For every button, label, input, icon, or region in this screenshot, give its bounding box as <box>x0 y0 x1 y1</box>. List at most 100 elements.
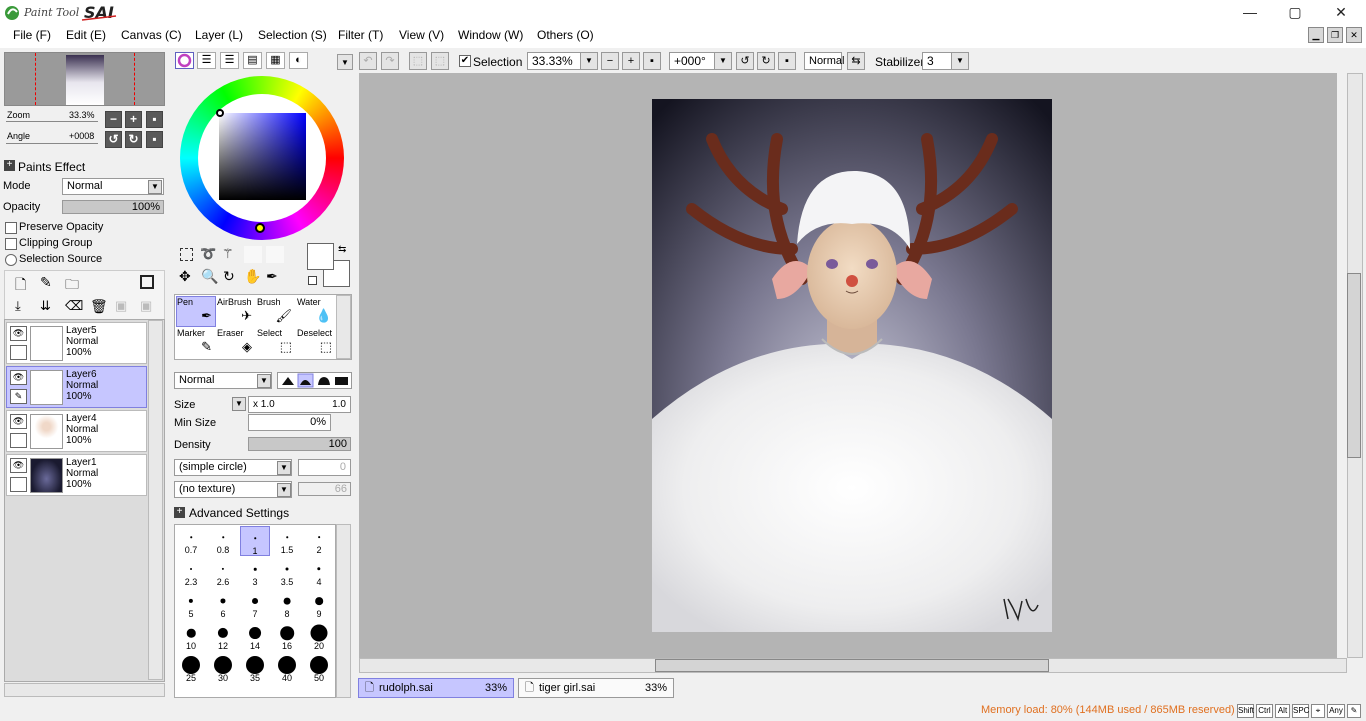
menu-canvas[interactable]: Canvas (C) <box>121 28 182 42</box>
brush-size-cell[interactable]: 2.6 <box>208 558 238 588</box>
tool-pen[interactable]: Pen ✒ <box>176 296 216 327</box>
brush-size-cell[interactable]: 12 <box>208 622 238 652</box>
clipping-group-checkbox[interactable] <box>5 238 17 250</box>
rotate-left-button[interactable]: ↺ <box>105 131 122 148</box>
scratchpad-tab[interactable]: ▦ <box>266 52 285 69</box>
brush-size-cell[interactable]: 5 <box>176 590 206 620</box>
mdi-close-button[interactable]: ✕ <box>1346 27 1362 43</box>
zoom-reset-button[interactable]: ▪ <box>643 52 661 70</box>
swap-colors-icon[interactable]: ⇆ <box>338 244 346 255</box>
clear-layer-icon[interactable]: ⌫ <box>65 298 83 314</box>
brush-size-cell[interactable]: 9 <box>304 590 334 620</box>
brush-size-cell[interactable]: 0.8 <box>208 526 238 556</box>
min-size-field[interactable]: 0% <box>248 414 331 431</box>
transparent-color-icon[interactable] <box>308 276 317 285</box>
shape-strength-field[interactable]: 0 <box>298 459 351 476</box>
layer-mask-icon[interactable] <box>140 275 154 289</box>
stabilizer-dropdown-button[interactable]: ▼ <box>951 52 969 70</box>
new-linework-layer-icon[interactable]: ✎ <box>40 274 52 291</box>
zoom-out-button[interactable]: − <box>601 52 619 70</box>
artwork-canvas[interactable] <box>652 99 1052 632</box>
vertical-scroll-thumb[interactable] <box>1347 273 1361 458</box>
rotate-icon[interactable]: ↻ <box>223 268 235 285</box>
deselect-button[interactable]: ⬚ <box>409 52 427 70</box>
rotate-reset-button[interactable]: ▪ <box>146 131 163 148</box>
preserve-opacity-checkbox[interactable] <box>5 222 17 234</box>
layer-list-hscrollbar[interactable] <box>4 683 165 697</box>
eyedropper-icon[interactable]: ✒ <box>266 268 278 285</box>
zoom-in-button[interactable]: + <box>622 52 640 70</box>
menu-file[interactable]: File (F) <box>13 28 51 42</box>
brush-size-cell[interactable]: 20 <box>304 622 334 652</box>
rect-select-icon[interactable] <box>180 248 193 261</box>
magic-wand-icon[interactable]: ⚚ <box>222 246 234 262</box>
stabilizer-field[interactable]: 3 <box>922 52 952 70</box>
transfer-down-icon[interactable]: ⤓ <box>15 298 21 314</box>
menu-others[interactable]: Others (O) <box>537 28 594 42</box>
new-folder-icon[interactable]: 🗀 <box>65 274 79 298</box>
brush-size-cell[interactable]: 16 <box>272 622 302 652</box>
hue-cursor[interactable] <box>255 223 265 233</box>
texture-strength-slider[interactable]: 66 <box>298 482 351 496</box>
color-wheel-tab[interactable] <box>175 52 194 69</box>
menu-layer[interactable]: Layer (L) <box>195 28 243 42</box>
undo-button[interactable]: ↶ <box>359 52 377 70</box>
brush-size-cell[interactable]: 1 <box>240 526 270 556</box>
layer-row-layer5[interactable]: 👁 Layer5 Normal 100% <box>6 322 147 364</box>
menu-filter[interactable]: Filter (T) <box>338 28 383 42</box>
mdi-minimize-button[interactable]: ▁ <box>1308 27 1324 43</box>
rotation-dropdown-button[interactable]: ▼ <box>714 52 732 70</box>
tool-deselect[interactable]: Deselect ⬚ <box>296 327 336 358</box>
menu-selection[interactable]: Selection (S) <box>258 28 327 42</box>
lasso-icon[interactable]: ➰ <box>200 246 216 262</box>
menu-edit[interactable]: Edit (E) <box>66 28 106 42</box>
brush-size-cell[interactable]: 30 <box>208 654 238 684</box>
expand-icon[interactable]: + <box>4 160 15 171</box>
zoom-in-button[interactable]: + <box>125 111 142 128</box>
hsv-slider-tab[interactable]: ☰ <box>220 52 239 69</box>
saturation-value-square[interactable] <box>219 113 306 200</box>
rotate-reset-button[interactable]: ▪ <box>778 52 796 70</box>
tool-brush[interactable]: Brush 🖌 <box>256 296 296 327</box>
layer-row-layer6[interactable]: 👁 ✎ Layer6 Normal 100% <box>6 366 147 408</box>
new-layer-icon[interactable]: 🗋 <box>15 274 26 298</box>
tool-marker[interactable]: Marker ✎ <box>176 327 216 358</box>
zoom-icon[interactable]: 🔍 <box>201 268 218 285</box>
chevron-down-icon[interactable]: ▼ <box>277 461 291 475</box>
rgb-slider-tab[interactable]: ☰ <box>197 52 216 69</box>
zoom-out-button[interactable]: − <box>105 111 122 128</box>
intermediate-color-tab[interactable]: ◐ <box>289 52 308 69</box>
move-icon[interactable]: ✥ <box>179 268 191 285</box>
eye-icon[interactable]: 👁 <box>10 326 27 341</box>
tool-airbrush[interactable]: AirBrush ✈ <box>216 296 256 327</box>
layer-list-scrollbar[interactable] <box>148 320 163 680</box>
tool-grid-scrollbar[interactable] <box>336 295 351 359</box>
brush-size-cell[interactable]: 35 <box>240 654 270 684</box>
chevron-down-icon[interactable]: ▼ <box>257 374 271 388</box>
brush-size-cell[interactable]: 0.7 <box>176 526 206 556</box>
brush-size-cell[interactable]: 25 <box>176 654 206 684</box>
opacity-slider[interactable]: 100% <box>62 200 164 214</box>
tool-water[interactable]: Water 💧 <box>296 296 336 327</box>
brush-size-cell[interactable]: 3.5 <box>272 558 302 588</box>
layer-row-layer4[interactable]: 👁 Layer4 Normal 100% <box>6 410 147 452</box>
sv-cursor[interactable] <box>216 109 224 117</box>
zoom-slider[interactable] <box>6 121 98 122</box>
tool-eraser[interactable]: Eraser ◈ <box>216 327 256 358</box>
invert-selection-button[interactable]: ⬚ <box>431 52 449 70</box>
eye-icon[interactable]: 👁 <box>10 458 27 473</box>
brush-size-cell[interactable]: 14 <box>240 622 270 652</box>
rotate-left-button[interactable]: ↺ <box>736 52 754 70</box>
brush-size-cell[interactable]: 3 <box>240 558 270 588</box>
rotation-field[interactable]: +000° <box>669 52 715 70</box>
pen-icon[interactable]: ✎ <box>10 389 27 404</box>
zoom-dropdown-button[interactable]: ▼ <box>580 52 598 70</box>
zoom-reset-button[interactable]: ▪ <box>146 111 163 128</box>
hand-icon[interactable]: ✋ <box>244 268 261 285</box>
advanced-settings-label[interactable]: Advanced Settings <box>189 506 289 520</box>
horizontal-scroll-thumb[interactable] <box>655 659 1049 672</box>
expand-icon[interactable]: + <box>174 507 185 518</box>
view-blend-field[interactable]: Normal <box>804 52 844 70</box>
size-field[interactable]: x 1.0 1.0 <box>248 396 351 413</box>
selection-checkbox[interactable]: ✔ <box>459 55 471 67</box>
